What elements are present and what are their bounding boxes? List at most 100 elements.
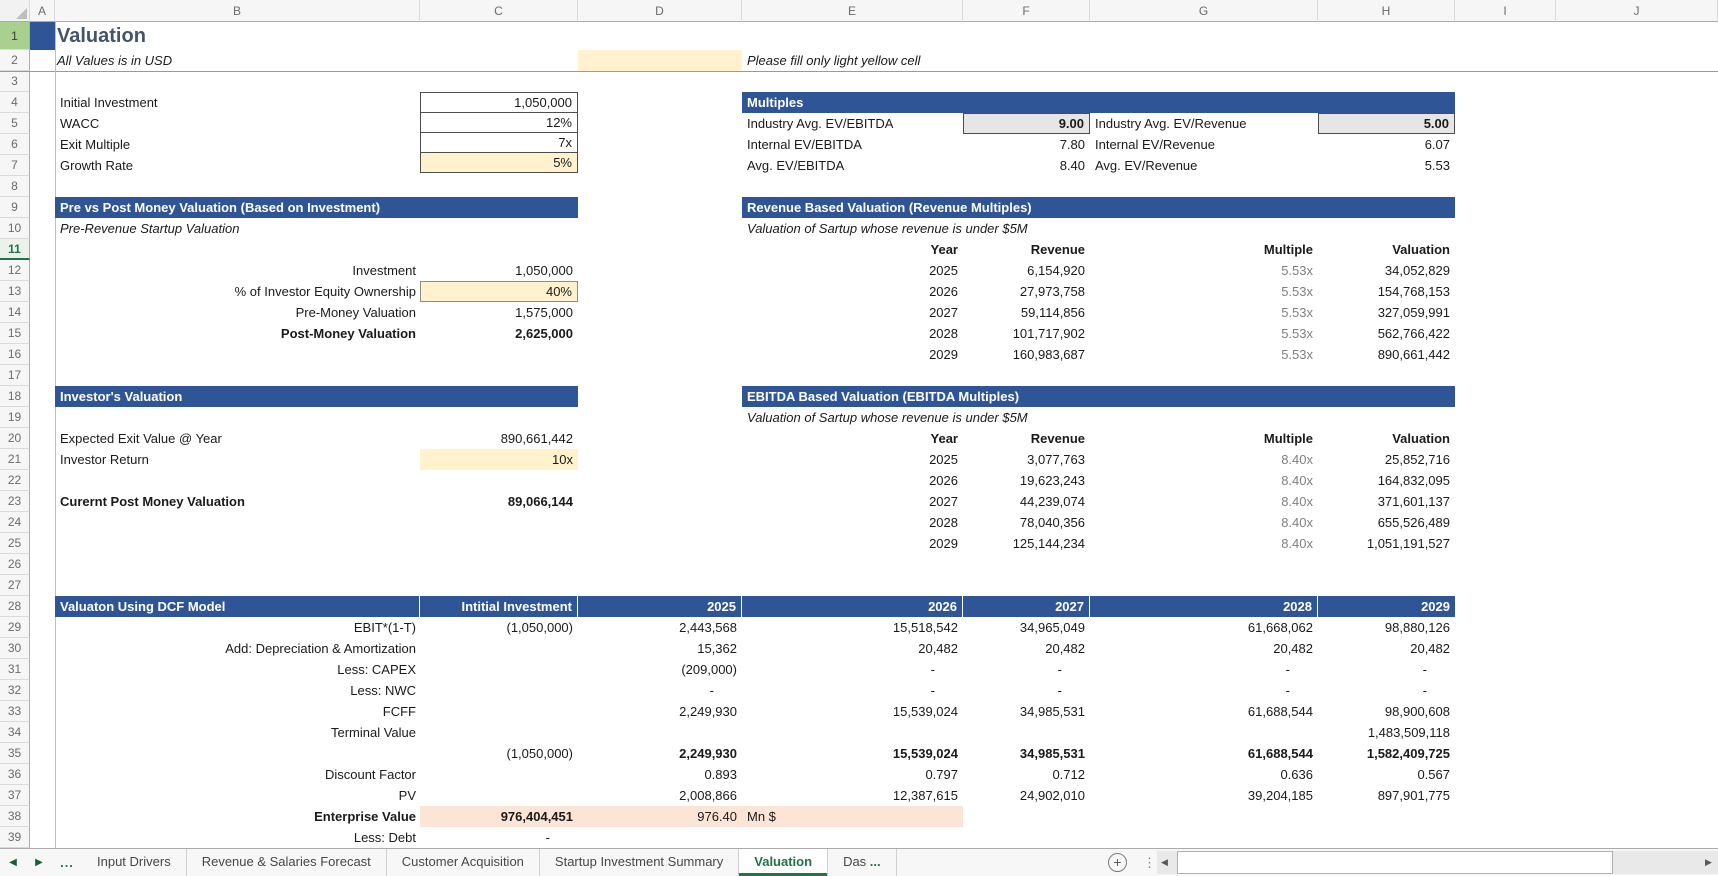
valuation-cell[interactable]: 34,052,829 <box>1318 260 1455 281</box>
sheet-tab-input-drivers[interactable]: Input Drivers <box>82 849 187 876</box>
row-header-26[interactable]: 26 <box>0 554 30 575</box>
dcf-cell[interactable]: - <box>963 680 1090 701</box>
row-header-33[interactable]: 33 <box>0 701 30 722</box>
pre-post-value-cell[interactable]: 2,625,000 <box>420 323 578 344</box>
valuation-cell[interactable]: 1,051,191,527 <box>1318 533 1455 554</box>
dcf-cell[interactable] <box>420 680 578 701</box>
revenue-cell[interactable]: 27,973,758 <box>963 281 1090 302</box>
row-header-6[interactable]: 6 <box>0 134 30 155</box>
dcf-cell[interactable]: - <box>1090 680 1318 701</box>
dcf-cell[interactable]: 15,362 <box>578 638 742 659</box>
row-header-19[interactable]: 19 <box>0 407 30 428</box>
dcf-cell[interactable]: 98,880,126 <box>1318 617 1455 638</box>
dcf-cell[interactable]: 2,249,930 <box>578 701 742 722</box>
year-cell[interactable]: 2028 <box>742 323 963 344</box>
row-header-20[interactable]: 20 <box>0 428 30 449</box>
dcf-cell[interactable] <box>420 638 578 659</box>
pre-post-value-cell[interactable]: 1,575,000 <box>420 302 578 323</box>
current-post-money-value[interactable]: 89,066,144 <box>420 491 578 512</box>
dcf-cell[interactable] <box>742 827 963 848</box>
row-header-16[interactable]: 16 <box>0 344 30 365</box>
tab-more-menu-icon[interactable]: ⋮ <box>1143 852 1156 873</box>
dcf-cell[interactable]: 15,539,024 <box>742 701 963 722</box>
dcf-cell[interactable]: 34,985,531 <box>963 743 1090 764</box>
column-header-d[interactable]: D <box>578 0 742 22</box>
dcf-cell[interactable]: - <box>742 680 963 701</box>
dcf-cell[interactable]: 0.636 <box>1090 764 1318 785</box>
row-header-28[interactable]: 28 <box>0 596 30 617</box>
dcf-cell[interactable] <box>963 827 1090 848</box>
row-header-18[interactable]: 18 <box>0 386 30 407</box>
exit-multiple-input[interactable]: 7x <box>420 132 578 153</box>
tab-overflow-icon[interactable]: ... <box>52 849 82 876</box>
revenue-cell[interactable]: 101,717,902 <box>963 323 1090 344</box>
row-header-24[interactable]: 24 <box>0 512 30 533</box>
year-cell[interactable]: 2028 <box>742 512 963 533</box>
multiple-cell[interactable]: 5.53x <box>1090 260 1318 281</box>
dcf-cell[interactable]: 34,965,049 <box>963 617 1090 638</box>
dcf-cell[interactable] <box>578 722 742 743</box>
dcf-cell[interactable]: - <box>742 659 963 680</box>
dcf-cell[interactable] <box>1090 827 1318 848</box>
row-header-27[interactable]: 27 <box>0 575 30 596</box>
multiple-value-cell[interactable]: 6.07 <box>1318 134 1455 155</box>
column-header-b[interactable]: B <box>55 0 420 22</box>
multiple-value-cell[interactable]: 5.00 <box>1318 113 1455 134</box>
row-header-30[interactable]: 30 <box>0 638 30 659</box>
multiple-cell[interactable]: 5.53x <box>1090 323 1318 344</box>
dcf-cell[interactable]: 2,443,568 <box>578 617 742 638</box>
row-header-3[interactable]: 3 <box>0 71 30 92</box>
column-header-j[interactable]: J <box>1556 0 1718 22</box>
tab-scroll-prev-icon[interactable]: ◀ <box>0 849 26 876</box>
dcf-cell[interactable]: - <box>1318 680 1455 701</box>
dcf-cell[interactable]: (1,050,000) <box>420 743 578 764</box>
sheet-tab-valuation[interactable]: Valuation <box>739 849 829 876</box>
row-header-15[interactable]: 15 <box>0 323 30 344</box>
row-header-9[interactable]: 9 <box>0 197 30 218</box>
year-cell[interactable]: 2025 <box>742 260 963 281</box>
sheet-tab-revenue-salaries-forecast[interactable]: Revenue & Salaries Forecast <box>187 849 387 876</box>
row-header-21[interactable]: 21 <box>0 449 30 470</box>
valuation-cell[interactable]: 327,059,991 <box>1318 302 1455 323</box>
horizontal-scrollbar-thumb[interactable] <box>1177 851 1613 874</box>
multiple-value-cell[interactable]: 5.53 <box>1318 155 1455 176</box>
add-sheet-button[interactable]: + <box>1108 853 1127 872</box>
revenue-cell[interactable]: 59,114,856 <box>963 302 1090 323</box>
row-header-31[interactable]: 31 <box>0 659 30 680</box>
row-header-38[interactable]: 38 <box>0 806 30 827</box>
revenue-cell[interactable]: 19,623,243 <box>963 470 1090 491</box>
dcf-cell[interactable]: - <box>420 827 578 848</box>
dcf-cell[interactable] <box>420 764 578 785</box>
year-cell[interactable]: 2025 <box>742 449 963 470</box>
multiple-cell[interactable]: 5.53x <box>1090 344 1318 365</box>
sheet-tab-startup-investment-summary[interactable]: Startup Investment Summary <box>540 849 740 876</box>
row-header-29[interactable]: 29 <box>0 617 30 638</box>
dcf-cell[interactable]: 20,482 <box>1318 638 1455 659</box>
dcf-cell[interactable] <box>420 785 578 806</box>
dcf-cell[interactable]: 61,688,544 <box>1090 701 1318 722</box>
dcf-cell[interactable]: - <box>1090 659 1318 680</box>
cell-a1-fill[interactable] <box>30 22 55 50</box>
row-header-4[interactable]: 4 <box>0 92 30 113</box>
dcf-cell[interactable]: 61,688,544 <box>1090 743 1318 764</box>
column-header-c[interactable]: C <box>420 0 578 22</box>
row-header-17[interactable]: 17 <box>0 365 30 386</box>
dcf-cell[interactable]: 976,404,451 <box>420 806 578 827</box>
growth-rate-input[interactable]: 5% <box>420 152 578 173</box>
dcf-cell[interactable] <box>1318 806 1455 827</box>
multiple-value-cell[interactable]: 9.00 <box>963 113 1090 134</box>
dcf-cell[interactable]: 12,387,615 <box>742 785 963 806</box>
dcf-cell[interactable]: 1,582,409,725 <box>1318 743 1455 764</box>
dcf-cell[interactable] <box>420 722 578 743</box>
valuation-cell[interactable]: 154,768,153 <box>1318 281 1455 302</box>
revenue-cell[interactable]: 3,077,763 <box>963 449 1090 470</box>
year-cell[interactable]: 2027 <box>742 491 963 512</box>
row-header-5[interactable]: 5 <box>0 113 30 134</box>
row-header-25[interactable]: 25 <box>0 533 30 554</box>
multiple-cell[interactable]: 8.40x <box>1090 449 1318 470</box>
dcf-cell[interactable]: 34,985,531 <box>963 701 1090 722</box>
multiple-cell[interactable]: 8.40x <box>1090 470 1318 491</box>
dcf-cell[interactable]: 0.893 <box>578 764 742 785</box>
year-cell[interactable]: 2026 <box>742 281 963 302</box>
row-header-14[interactable]: 14 <box>0 302 30 323</box>
